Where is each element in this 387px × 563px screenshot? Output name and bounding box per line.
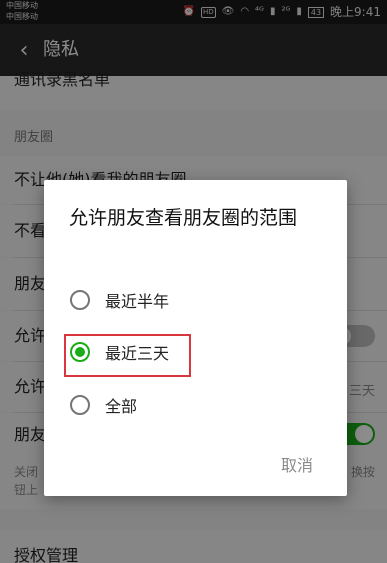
option-all[interactable]: 全部 (62, 385, 330, 425)
option-label: 最近半年 (105, 292, 170, 311)
option-label: 全部 (105, 397, 138, 416)
highlight-annotation (64, 334, 191, 377)
radio-icon[interactable] (70, 290, 90, 310)
option-half-year[interactable]: 最近半年 (62, 280, 330, 320)
cancel-button[interactable]: 取消 (266, 446, 328, 482)
dialog-title: 允许朋友查看朋友圈的范围 (69, 207, 298, 229)
radio-icon[interactable] (70, 395, 90, 415)
